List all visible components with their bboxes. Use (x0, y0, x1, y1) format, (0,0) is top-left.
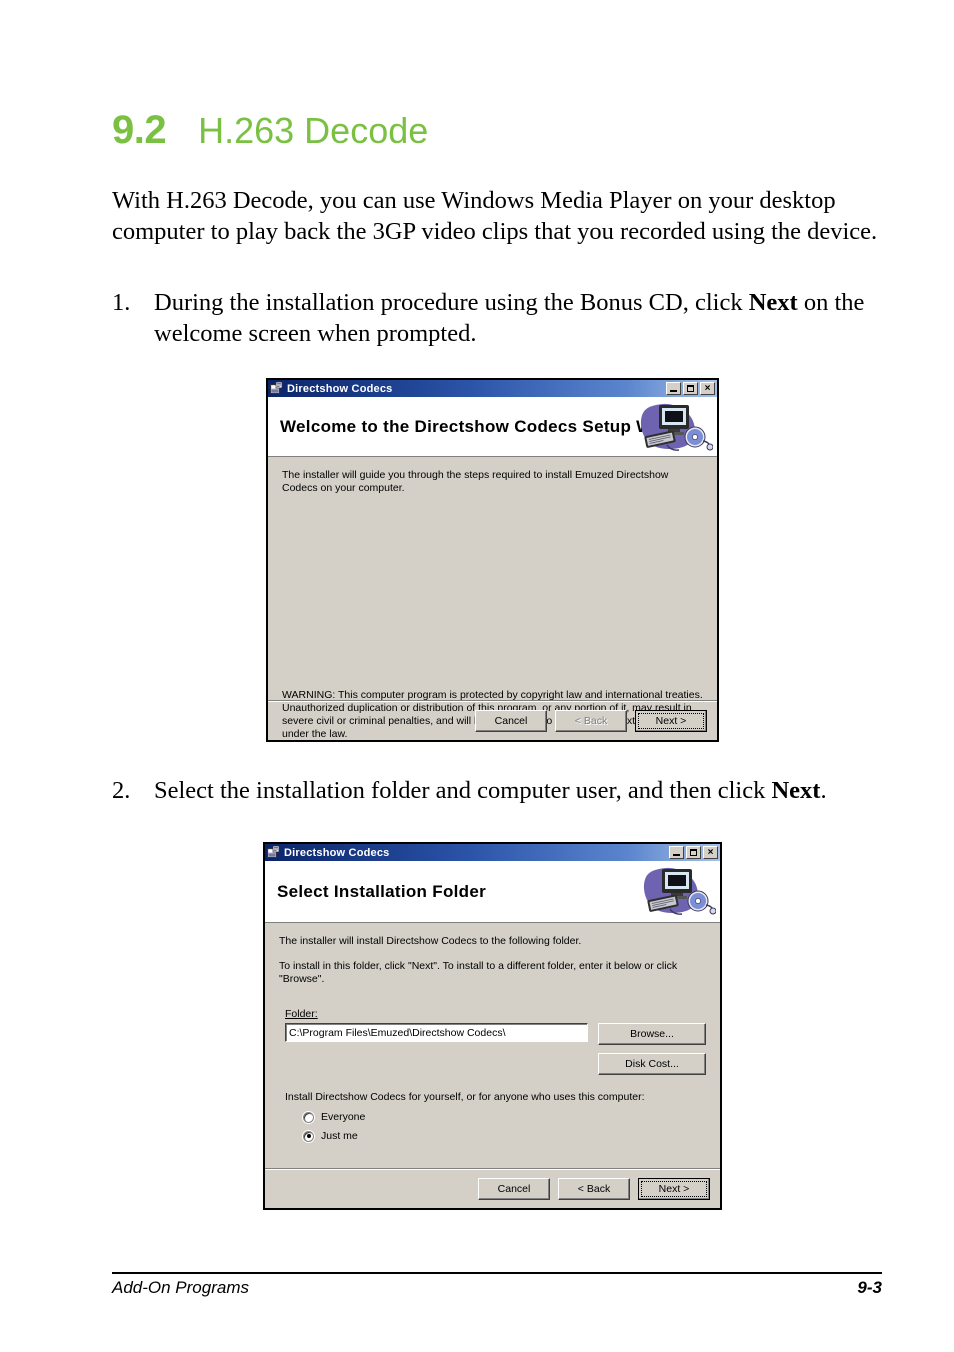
dialog1-body-text: The installer will guide you through the… (282, 469, 669, 494)
footer-divider (112, 1272, 882, 1274)
maximize-icon (687, 385, 694, 392)
dialog1-banner: Welcome to the Directshow Codecs Setup W… (268, 397, 717, 457)
radio-everyone-label: Everyone (321, 1111, 366, 1123)
select-installation-folder-dialog: Directshow Codecs × Select Installation … (263, 842, 722, 1210)
maximize-button[interactable] (683, 382, 698, 395)
folder-label-text: Folder: (285, 1008, 318, 1020)
step-text-bold: Next (748, 289, 798, 316)
user-scope-prompt: Install Directshow Codecs for yourself, … (285, 1091, 645, 1103)
setup-computer-illustration-icon (640, 863, 717, 919)
folder-side-buttons: Browse... Disk Cost... (598, 1023, 706, 1075)
dialog1-footer: Cancel < Back Next > (268, 700, 717, 740)
footer-section-label: Add-On Programs (112, 1278, 249, 1297)
next-button[interactable]: Next > (635, 709, 707, 732)
dialog1-window-controls: × (666, 382, 715, 395)
maximize-icon (690, 849, 697, 856)
close-icon: × (704, 383, 711, 394)
cancel-button[interactable]: Cancel (475, 709, 547, 732)
close-button[interactable]: × (703, 846, 718, 859)
setup-wizard-welcome-dialog: Directshow Codecs × Welcome to the Direc… (266, 378, 719, 742)
dialog1-body: The installer will guide you through the… (268, 457, 717, 740)
radio-just-me-label: Just me (321, 1130, 358, 1142)
next-button-label: Next > (658, 1182, 690, 1195)
chapter-title: H.263 Decode (198, 110, 429, 151)
dialog2-footer: Cancel < Back Next > (265, 1168, 720, 1208)
step-number: 2. (112, 777, 131, 804)
minimize-icon (673, 854, 680, 856)
minimize-button[interactable] (666, 382, 681, 395)
folder-label: Folder: (285, 1008, 706, 1020)
radio-everyone[interactable]: Everyone (303, 1111, 706, 1123)
radio-just-me[interactable]: Just me (303, 1130, 706, 1142)
dialog1-titlebar[interactable]: Directshow Codecs × (268, 380, 717, 397)
setup-computer-illustration-icon (637, 399, 714, 455)
dialog2-window-controls: × (669, 846, 718, 859)
step-text-before: During the installation procedure using … (154, 289, 749, 316)
dialog2-body: The installer will install Directshow Co… (265, 923, 720, 1189)
back-button[interactable]: < Back (558, 1177, 630, 1200)
cancel-button[interactable]: Cancel (478, 1177, 550, 1200)
next-button-label: Next > (655, 714, 687, 727)
radio-just-me-indicator-icon (303, 1130, 314, 1142)
step-item-2: 2. Select the installation folder and co… (112, 776, 884, 807)
installer-package-icon (267, 845, 280, 859)
folder-row: C:\Program Files\Emuzed\Directshow Codec… (285, 1023, 706, 1075)
step-text-before: Select the installation folder and compu… (154, 777, 772, 804)
folder-section: Folder: C:\Program Files\Emuzed\Directsh… (285, 1008, 706, 1075)
minimize-icon (670, 390, 677, 392)
step-text: During the installation procedure using … (154, 288, 884, 349)
minimize-button[interactable] (669, 846, 684, 859)
user-scope-group: Install Directshow Codecs for yourself, … (285, 1091, 706, 1142)
dialog1-banner-title: Welcome to the Directshow Codecs Setup W… (280, 416, 694, 436)
dialog2-body-text-2: To install in this folder, click "Next".… (279, 960, 678, 985)
step-number: 1. (112, 289, 131, 316)
browse-button[interactable]: Browse... (598, 1023, 706, 1045)
document-page: 9.2 H.263 Decode With H.263 Decode, you … (0, 0, 954, 1352)
next-button[interactable]: Next > (638, 1177, 710, 1200)
intro-paragraph: With H.263 Decode, you can use Windows M… (112, 187, 878, 245)
page-footer: Add-On Programs 9-3 (112, 1272, 882, 1298)
footer-page-number: 9-3 (857, 1278, 882, 1297)
dialog2-title: Directshow Codecs (284, 846, 390, 859)
dialog1-title: Directshow Codecs (287, 382, 393, 395)
step-text-after: . (820, 777, 827, 804)
dialog2-banner-title: Select Installation Folder (277, 881, 487, 901)
close-icon: × (707, 847, 714, 858)
close-button[interactable]: × (700, 382, 715, 395)
footer-content: Add-On Programs 9-3 (112, 1278, 882, 1298)
folder-path-input[interactable]: C:\Program Files\Emuzed\Directshow Codec… (285, 1023, 588, 1042)
dialog2-body-text-1: The installer will install Directshow Co… (279, 935, 582, 947)
chapter-number: 9.2 (112, 108, 167, 152)
page-title: 9.2 H.263 Decode (112, 108, 428, 153)
back-button: < Back (555, 709, 627, 732)
step-text-bold: Next (771, 777, 821, 804)
dialog2-titlebar[interactable]: Directshow Codecs × (265, 844, 720, 861)
disk-cost-button[interactable]: Disk Cost... (598, 1053, 706, 1075)
step-item-1: 1. During the installation procedure usi… (112, 288, 884, 349)
radio-everyone-indicator-icon (303, 1111, 314, 1123)
maximize-button[interactable] (686, 846, 701, 859)
step-text: Select the installation folder and compu… (154, 776, 884, 807)
installer-package-icon (270, 381, 283, 395)
dialog2-banner: Select Installation Folder (265, 861, 720, 923)
